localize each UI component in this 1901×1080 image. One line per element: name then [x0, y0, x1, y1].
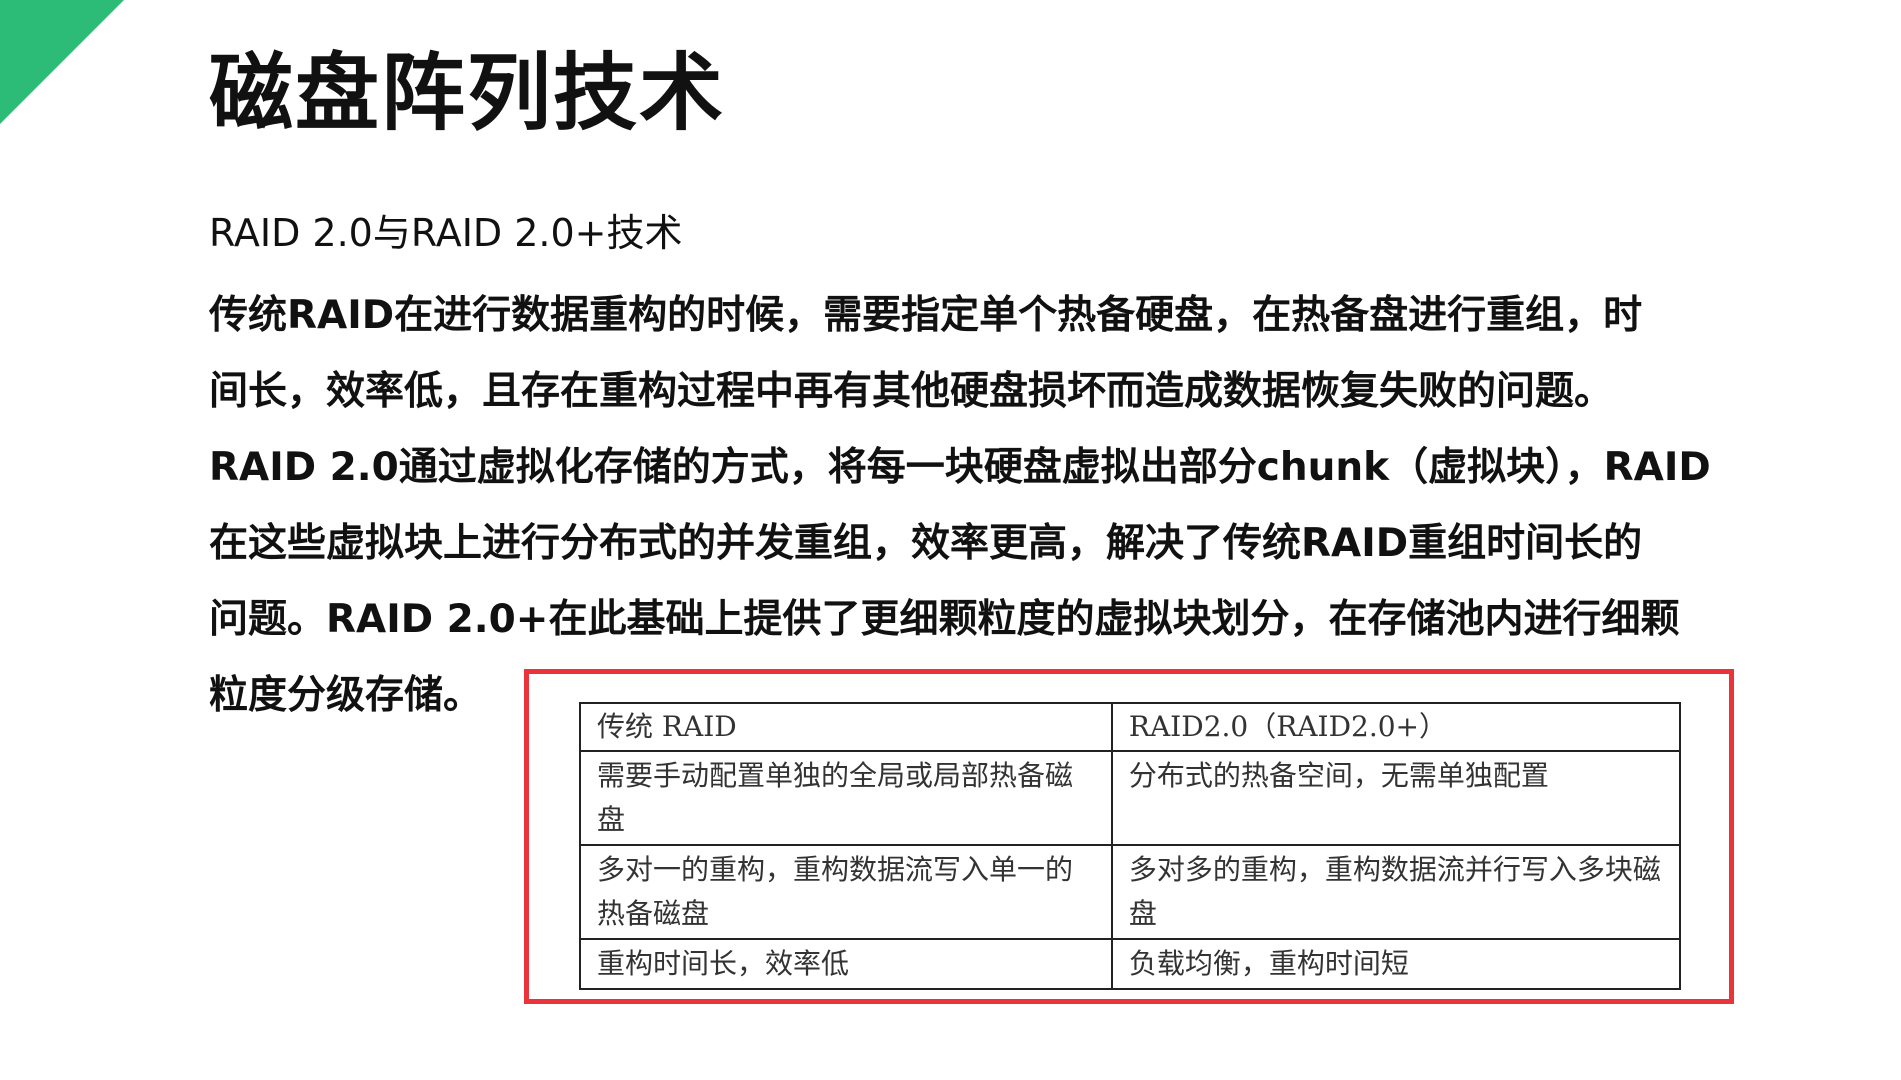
slide-subtitle: RAID 2.0与RAID 2.0+技术 [209, 211, 683, 255]
table-cell: 多对多的重构，重构数据流并行写入多块磁盘 [1110, 844, 1682, 940]
table-row: 重构时间长，效率低 负载均衡，重构时间短 [579, 938, 1682, 990]
body-line: 在这些虚拟块上进行分布式的并发重组，效率更高，解决了传统RAID重组时间长的 [209, 521, 1643, 566]
table-cell: 负载均衡，重构时间短 [1110, 938, 1682, 990]
table-cell: 多对一的重构，重构数据流写入单一的热备磁盘 [579, 844, 1113, 940]
table-cell: 分布式的热备空间，无需单独配置 [1110, 750, 1682, 846]
table-header-row: 传统 RAID RAID2.0（RAID2.0+） [579, 702, 1682, 752]
table-row: 需要手动配置单独的全局或局部热备磁盘 分布式的热备空间，无需单独配置 [579, 750, 1682, 846]
body-paragraph: 传统RAID在进行数据重构的时候，需要指定单个热备硬盘，在热备盘进行重组，时 间… [209, 278, 1769, 734]
body-line: 传统RAID在进行数据重构的时候，需要指定单个热备硬盘，在热备盘进行重组，时 [209, 293, 1643, 338]
table-cell: 重构时间长，效率低 [579, 938, 1113, 990]
body-line: 间长，效率低，且存在重构过程中再有其他硬盘损坏而造成数据恢复失败的问题。 [209, 369, 1614, 414]
table-header-cell: 传统 RAID [579, 702, 1113, 752]
table-row: 多对一的重构，重构数据流写入单一的热备磁盘 多对多的重构，重构数据流并行写入多块… [579, 844, 1682, 940]
table-cell: 需要手动配置单独的全局或局部热备磁盘 [579, 750, 1113, 846]
body-line: RAID 2.0通过虚拟化存储的方式，将每一块硬盘虚拟出部分chunk（虚拟块）… [209, 445, 1711, 490]
slide-title: 磁盘阵列技术 [209, 44, 726, 142]
highlight-frame: 传统 RAID RAID2.0（RAID2.0+） 需要手动配置单独的全局或局部… [524, 669, 1734, 1004]
comparison-table: 传统 RAID RAID2.0（RAID2.0+） 需要手动配置单独的全局或局部… [579, 702, 1682, 990]
table-header-cell: RAID2.0（RAID2.0+） [1110, 702, 1682, 752]
body-line: 问题。RAID 2.0+在此基础上提供了更细颗粒度的虚拟块划分，在存储池内进行细… [209, 597, 1680, 642]
corner-accent-triangle [0, 0, 124, 124]
